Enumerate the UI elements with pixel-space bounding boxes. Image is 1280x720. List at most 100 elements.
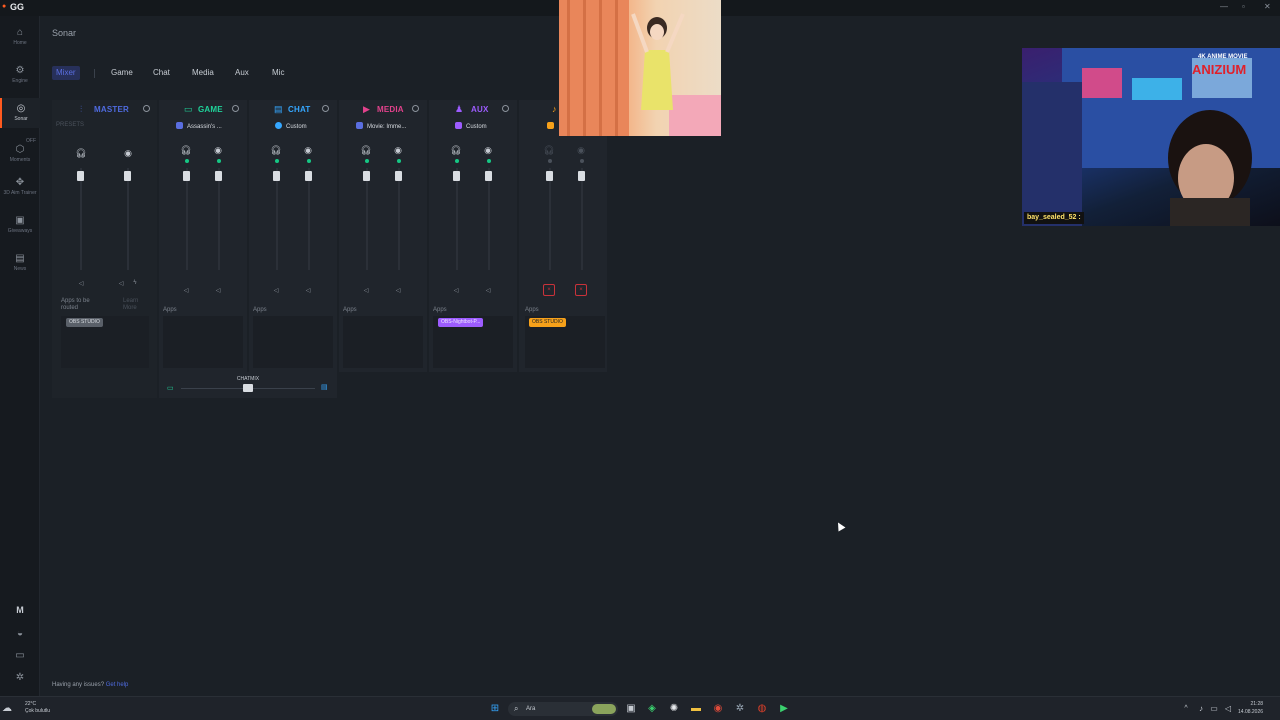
learn-more-link[interactable]: Learn More — [123, 298, 153, 312]
minimize-icon[interactable]: — — [1220, 2, 1228, 11]
game-monitor-led — [185, 159, 189, 163]
headphones-icon: 🎧︎ — [450, 145, 462, 155]
master-stream-fader-knob[interactable] — [124, 171, 131, 181]
master-settings-button[interactable] — [143, 105, 150, 112]
sidebar-item-sonar[interactable]: ◎ Sonar — [0, 98, 40, 128]
game-fader-knob[interactable] — [183, 171, 190, 181]
broadcast-icon: ◉ — [124, 148, 132, 158]
chat-mute-icon[interactable]: ◁ — [270, 287, 282, 294]
chat-stream-fader-knob[interactable] — [305, 171, 312, 181]
sidebar-item-moments[interactable]: OFF ⬡ Moments — [0, 138, 40, 163]
aux-fader-knob[interactable] — [453, 171, 460, 181]
page-title: Sonar — [52, 28, 77, 38]
game-settings-button[interactable] — [232, 105, 239, 112]
broadcast-off-icon: ◉ — [577, 145, 585, 155]
sidebar: ⌂ Home ⚙ Engine ◎ Sonar OFF ⬡ Moments ✥ … — [0, 16, 40, 696]
taskbar-clock[interactable]: 21:28 14.08.2026 — [1238, 700, 1263, 716]
maximize-icon[interactable]: ▫ — [1242, 2, 1245, 11]
tab-media[interactable]: Media — [192, 66, 214, 80]
sidebar-item-news[interactable]: ▤ News — [0, 254, 40, 273]
mic-muted-icon[interactable]: × — [543, 284, 555, 296]
media-preset[interactable]: Movie: Imme... — [356, 122, 406, 130]
network-icon[interactable]: ▭ — [1208, 703, 1220, 715]
master-mute-icon[interactable]: ◁ — [75, 280, 87, 287]
close-icon[interactable]: ✕ — [1264, 2, 1271, 11]
settings-button[interactable]: ✲ — [0, 673, 40, 683]
mic-app-chip-obs[interactable]: OBS STUDIO — [529, 318, 566, 327]
tab-chat[interactable]: Chat — [153, 66, 170, 80]
get-help-link[interactable]: Get help — [106, 682, 129, 688]
chrome-icon[interactable]: ◉ — [712, 703, 724, 715]
master-fader-knob[interactable] — [77, 171, 84, 181]
tray-chevron-up-icon[interactable]: ^ — [1180, 703, 1192, 715]
mic-fader-knob[interactable] — [546, 171, 553, 181]
stream-overlay-webcam: 4K ANIME MOVIE ANIZIUM bay_sealed_52 : — [1022, 48, 1280, 226]
moments-icon: ⬡ — [15, 144, 25, 155]
aux-preset[interactable]: Custom — [455, 122, 487, 130]
master-app-chip-obs[interactable]: OBS STUDIO — [66, 318, 103, 327]
task-view-icon[interactable]: ▣ — [625, 703, 637, 715]
chat-stream-mute-icon[interactable]: ◁ — [302, 287, 314, 294]
broadcast-icon: ◉ — [394, 145, 402, 155]
help-text: Having any issues? — [52, 682, 105, 688]
settings-gear-icon[interactable]: ✲ — [734, 703, 746, 715]
tab-aux[interactable]: Aux — [235, 66, 249, 80]
aux-mute-icon[interactable]: ◁ — [450, 287, 462, 294]
broadcast-icon: ◉ — [214, 145, 222, 155]
chat-apps-box — [253, 316, 333, 368]
user-avatar[interactable]: M — [0, 605, 40, 615]
file-explorer-icon[interactable]: ▬ — [690, 703, 702, 715]
steelseries-gg-icon[interactable]: ✺ — [668, 703, 680, 715]
aux-app-chip-obs-nightbot[interactable]: OBS-Nightbot-P... — [438, 318, 484, 327]
media-channel: ▶ MEDIA Movie: Imme... 🎧︎ ◉ ◁ ◁ Apps — [339, 100, 427, 372]
game-controller-icon: ▭ — [167, 385, 174, 392]
microphone-tray-icon[interactable]: ♪ — [1195, 703, 1207, 715]
clock-time: 21:28 — [1250, 701, 1264, 707]
chat-title: CHAT — [288, 105, 311, 114]
aux-person-icon: ♟ — [455, 104, 464, 114]
tab-game[interactable]: Game — [111, 66, 133, 80]
cloud-icon: ☁ — [2, 703, 12, 714]
media-stream-mute-icon[interactable]: ◁ — [392, 287, 404, 294]
media-fader-knob[interactable] — [363, 171, 370, 181]
media-mute-icon[interactable]: ◁ — [360, 287, 372, 294]
game-mute-icon[interactable]: ◁ — [180, 287, 192, 294]
chat-settings-button[interactable] — [322, 105, 329, 112]
tab-mixer[interactable]: Mixer — [52, 66, 80, 80]
volume-icon[interactable]: ◁ — [1222, 703, 1234, 715]
app-red-icon[interactable]: ◍ — [756, 703, 768, 715]
aux-title: AUX — [471, 105, 489, 114]
sidebar-item-giveaways[interactable]: ▣ Giveaways — [0, 216, 40, 235]
sidebar-item-engine[interactable]: ⚙ Engine — [0, 66, 40, 85]
weather-widget[interactable]: 22°C Çok bulutlu — [25, 701, 50, 715]
media-stream-fader-knob[interactable] — [395, 171, 402, 181]
aux-stream-mute-icon[interactable]: ◁ — [482, 287, 494, 294]
master-monitor-icon[interactable]: ϟ — [129, 280, 141, 286]
xbox-icon[interactable]: ◈ — [646, 703, 658, 715]
mic-preset[interactable] — [547, 122, 558, 130]
media-settings-button[interactable] — [412, 105, 419, 112]
chat-button[interactable]: ▭ — [0, 651, 40, 661]
aux-settings-button[interactable] — [502, 105, 509, 112]
chatmix-slider-knob[interactable] — [243, 384, 253, 392]
game-stream-fader-knob[interactable] — [215, 171, 222, 181]
gear-icon: ✲ — [15, 672, 25, 683]
controller-button[interactable]: ◒ — [0, 629, 40, 639]
chatmix-label: CHATMIX — [236, 376, 260, 382]
chat-preset[interactable]: Custom — [275, 122, 307, 130]
mic-stream-fader-knob[interactable] — [578, 171, 585, 181]
sidebar-item-aim-trainer[interactable]: ✥ 3D Aim Trainer — [0, 178, 40, 197]
game-preset[interactable]: Assassin's ... — [176, 122, 222, 130]
app-green-icon[interactable]: ▶ — [778, 703, 790, 715]
chat-apps-label: Apps — [253, 307, 267, 313]
aux-stream-fader-knob[interactable] — [485, 171, 492, 181]
tab-divider — [94, 69, 95, 78]
tab-mic[interactable]: Mic — [272, 66, 284, 80]
windows-start-icon[interactable]: ⊞ — [489, 703, 501, 715]
chat-fader-knob[interactable] — [273, 171, 280, 181]
sliders-icon: ⫶ — [80, 104, 83, 114]
master-stream-mute-icon[interactable]: ◁ — [115, 280, 127, 287]
game-stream-mute-icon[interactable]: ◁ — [212, 287, 224, 294]
sidebar-item-home[interactable]: ⌂ Home — [0, 28, 40, 47]
mic-stream-muted-icon[interactable]: × — [575, 284, 587, 296]
